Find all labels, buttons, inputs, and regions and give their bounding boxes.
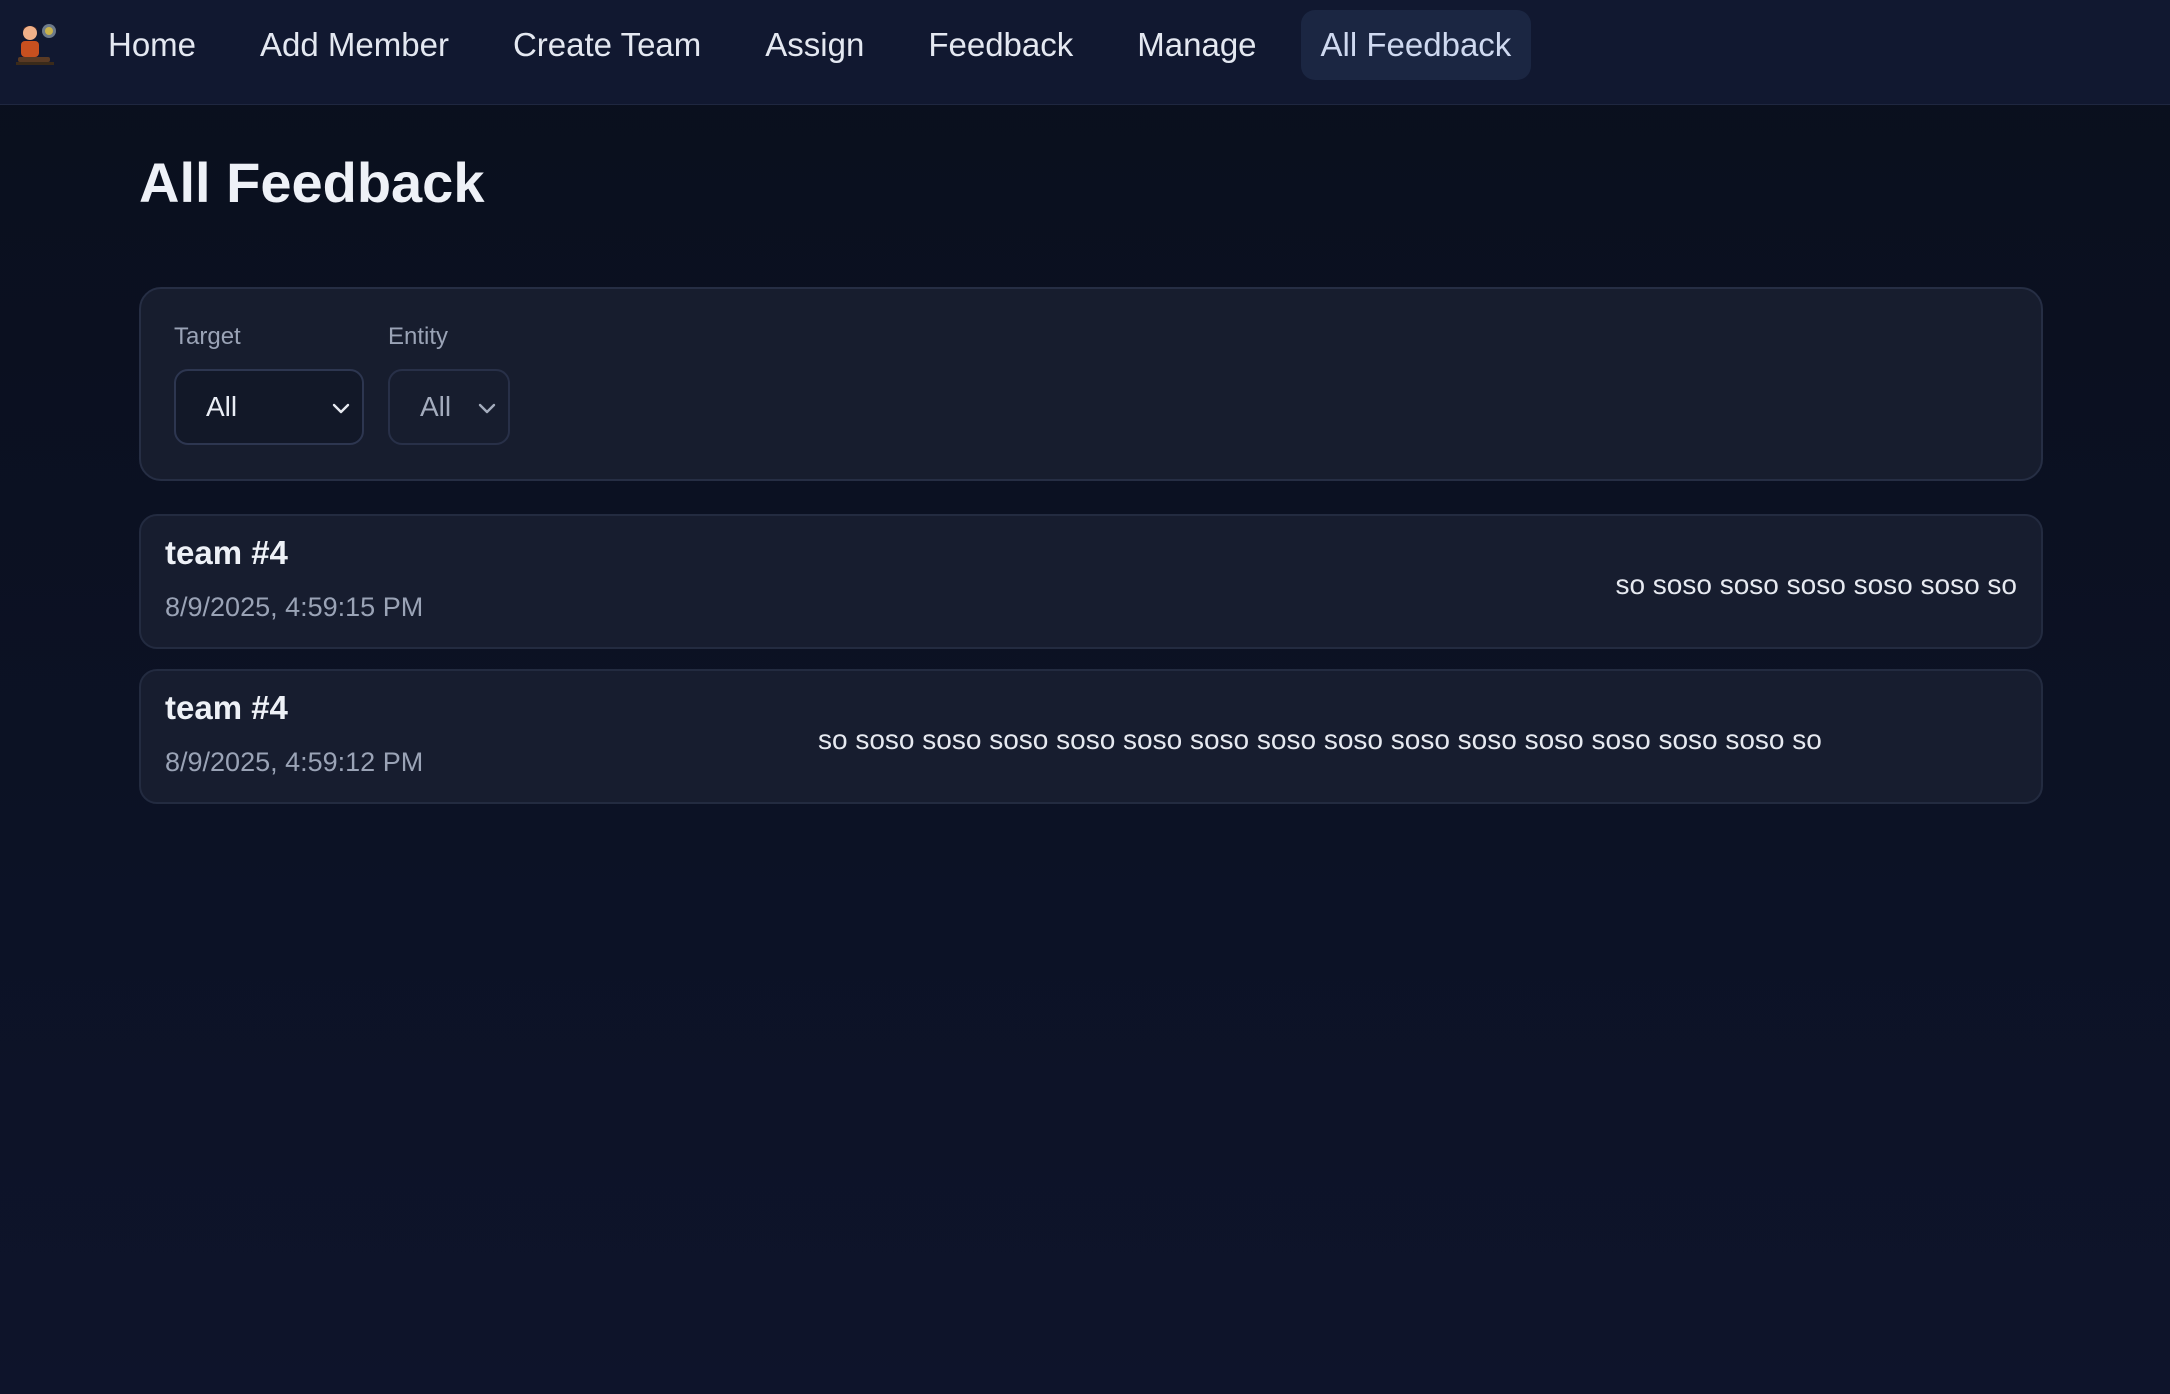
main-nav: Home Add Member Create Team Assign Feedb… <box>88 10 1555 80</box>
nav-add-member[interactable]: Add Member <box>240 10 469 80</box>
nav-manage[interactable]: Manage <box>1117 10 1276 80</box>
target-select-value: All <box>206 391 238 422</box>
nav-feedback[interactable]: Feedback <box>908 10 1093 80</box>
chevron-down-icon <box>478 403 496 414</box>
target-filter: Target All <box>174 323 364 445</box>
feedback-item: team #4 8/9/2025, 4:59:12 PM so soso sos… <box>139 669 2043 804</box>
feedback-text: so soso soso soso soso soso soso soso so… <box>818 724 1822 755</box>
nav-create-team[interactable]: Create Team <box>493 10 721 80</box>
feedback-item: team #4 8/9/2025, 4:59:15 PM so soso sos… <box>139 514 2043 649</box>
entity-filter-label: Entity <box>388 323 449 350</box>
entity-filter: Entity All <box>388 323 510 445</box>
chevron-down-icon <box>332 403 350 414</box>
feedback-target-name: team #4 <box>165 534 288 571</box>
top-nav-bar: Home Add Member Create Team Assign Feedb… <box>0 0 2170 105</box>
nav-home[interactable]: Home <box>88 10 216 80</box>
app-logo[interactable] <box>12 20 60 68</box>
feedback-timestamp: 8/9/2025, 4:59:12 PM <box>165 747 424 777</box>
feedback-timestamp: 8/9/2025, 4:59:15 PM <box>165 592 424 622</box>
page-title: All Feedback <box>139 151 485 214</box>
nav-all-feedback[interactable]: All Feedback <box>1300 10 1532 80</box>
filter-panel: Target All Entity All <box>139 287 2043 481</box>
entity-select[interactable]: All <box>388 369 510 445</box>
entity-select-value: All <box>420 391 452 422</box>
target-select[interactable]: All <box>174 369 364 445</box>
feedback-target-name: team #4 <box>165 689 288 726</box>
target-filter-label: Target <box>174 323 241 350</box>
feedback-text: so soso soso soso soso soso so <box>1615 569 2017 600</box>
nav-assign[interactable]: Assign <box>745 10 884 80</box>
